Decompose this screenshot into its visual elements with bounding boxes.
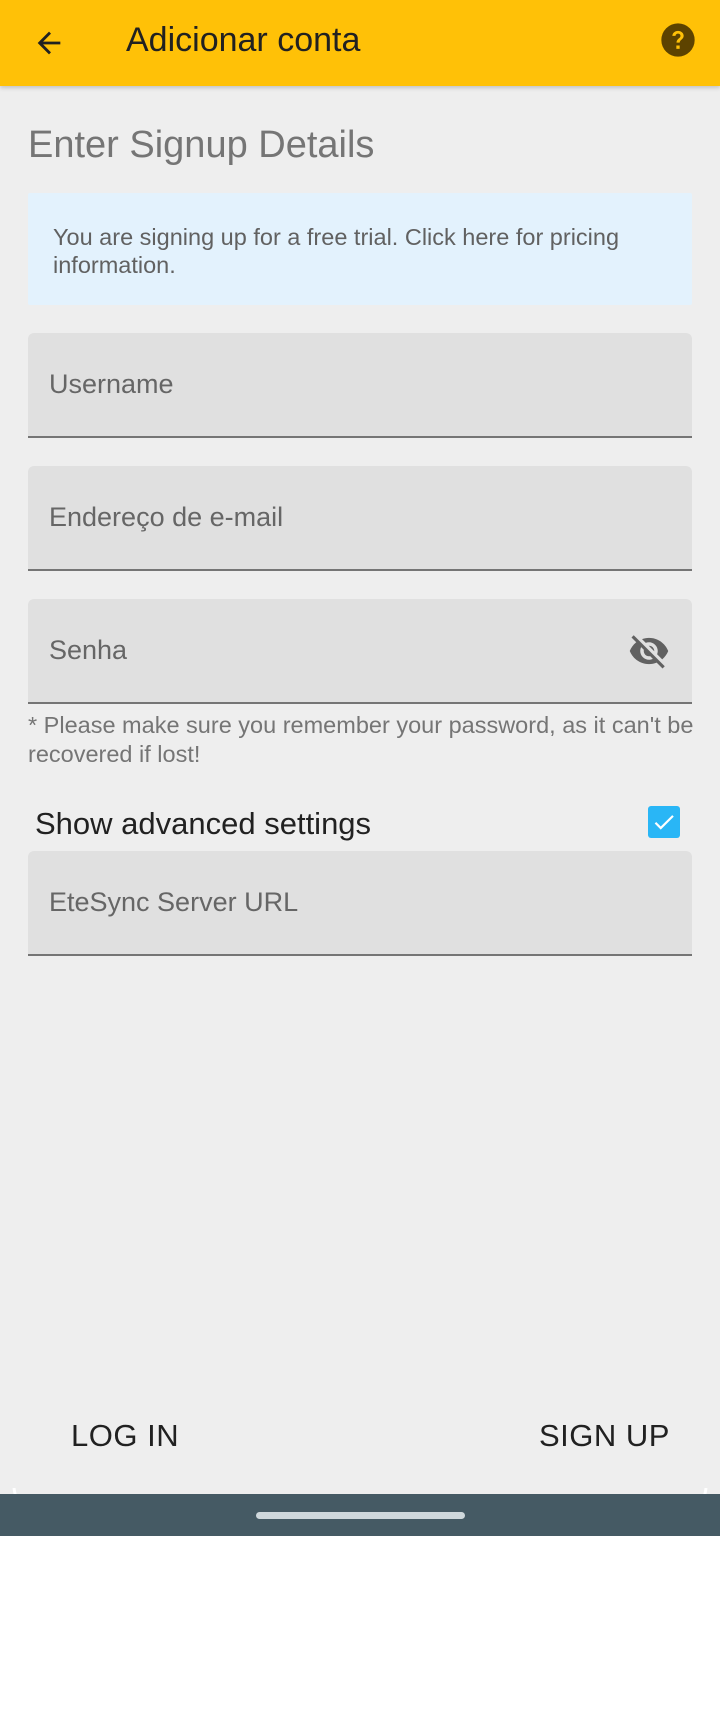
password-input[interactable]: [49, 627, 609, 673]
pricing-info-banner[interactable]: You are signing up for a free trial. Cli…: [28, 193, 692, 305]
login-button[interactable]: LOG IN: [71, 1416, 179, 1456]
blank-area: [0, 1536, 720, 1712]
arrow-back-icon: [37, 31, 61, 55]
back-button[interactable]: [22, 16, 76, 70]
password-helper-text: * Please make sure you remember your pas…: [28, 712, 694, 767]
checkmark-icon: [654, 815, 674, 830]
help-circle-icon: [661, 23, 695, 57]
visibility-off-icon: [629, 635, 669, 669]
server-url-field[interactable]: [28, 851, 692, 956]
section-title: Enter Signup Details: [28, 124, 375, 166]
server-url-input[interactable]: [49, 879, 609, 925]
signup-button[interactable]: SIGN UP: [539, 1416, 670, 1456]
password-field[interactable]: [28, 599, 692, 704]
email-input[interactable]: [49, 494, 609, 540]
username-input[interactable]: [49, 361, 609, 407]
toggle-password-visibility-button[interactable]: [625, 629, 673, 673]
username-field[interactable]: [28, 333, 692, 438]
signup-screen: Adicionar conta Enter Signup Details You…: [0, 0, 720, 1524]
help-button[interactable]: [654, 16, 702, 64]
email-field[interactable]: [28, 466, 692, 571]
app-bar: Adicionar conta: [0, 0, 720, 86]
system-navigation-bar: [0, 1494, 720, 1536]
advanced-settings-label[interactable]: Show advanced settings: [35, 804, 371, 844]
advanced-settings-checkbox[interactable]: [648, 806, 680, 838]
page-title: Adicionar conta: [126, 21, 361, 59]
pricing-info-text[interactable]: You are signing up for a free trial. Cli…: [53, 223, 673, 279]
home-gesture-handle[interactable]: [256, 1512, 465, 1519]
